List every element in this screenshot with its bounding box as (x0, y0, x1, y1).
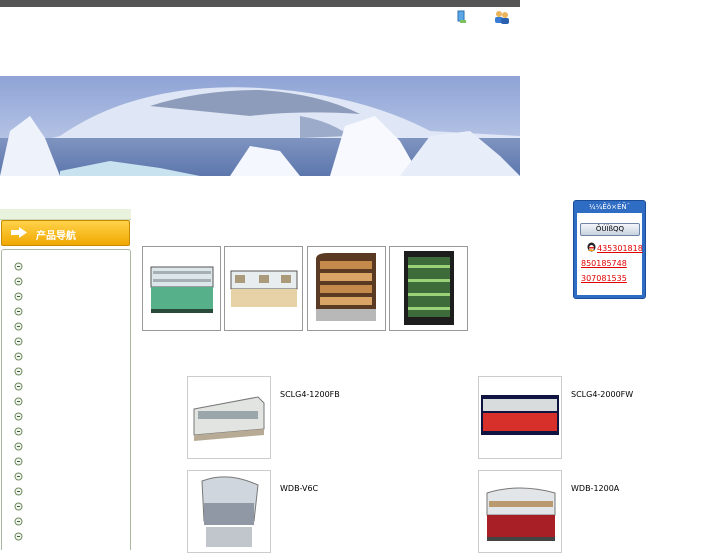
thumbnail-display-case-cream[interactable] (224, 246, 303, 331)
nav-bullet-icon[interactable] (14, 427, 23, 436)
nav-bullet-icon[interactable] (14, 307, 23, 316)
thumbnail-display-case-green[interactable] (142, 246, 221, 331)
qq-contact-link[interactable]: 435301818 (597, 244, 643, 253)
nav-bullet-icon[interactable] (14, 262, 23, 271)
product-name[interactable]: SCLG4-2000FW (571, 390, 633, 399)
nav-bullet-icon[interactable] (14, 322, 23, 331)
users-icon[interactable] (494, 10, 509, 24)
nav-bullet-icon[interactable] (14, 472, 23, 481)
product-name[interactable]: SCLG4-1200FB (280, 390, 340, 399)
thumbnail-display-case-curved-bakery[interactable] (307, 246, 386, 331)
nav-bullet-icon[interactable] (14, 487, 23, 496)
qq-panel-body: ÔÚÏßQQ 435301818 850185748 307081535 (577, 213, 643, 295)
product-image[interactable] (187, 470, 271, 553)
nav-bullet-icon[interactable] (14, 532, 23, 541)
product-name[interactable]: WDB-V6C (280, 484, 318, 493)
nav-bullet-icon[interactable] (14, 292, 23, 301)
nav-bullet-icon[interactable] (14, 382, 23, 391)
qq-penguin-icon (586, 241, 597, 252)
nav-bullet-icon[interactable] (14, 442, 23, 451)
nav-header: 产品导航 (1, 220, 130, 246)
arrow-right-icon (10, 226, 28, 239)
nav-top-strip (0, 209, 131, 220)
thumbnail-display-case-vertical-black[interactable] (389, 246, 468, 331)
top-bar (0, 0, 520, 7)
nav-bullet-icon[interactable] (14, 397, 23, 406)
nav-bullet-icon[interactable] (14, 502, 23, 511)
qq-panel-title: ¼¼Êõ×ÉÑ¯ (588, 203, 631, 211)
qq-contact-link[interactable]: 307081535 (581, 274, 627, 283)
product-image[interactable] (187, 376, 271, 459)
nav-bullet-icon[interactable] (14, 412, 23, 421)
nav-bullet-icon[interactable] (14, 367, 23, 376)
product-image[interactable] (478, 470, 562, 553)
bookmark-icon[interactable] (455, 10, 469, 24)
nav-bullet-icon[interactable] (14, 517, 23, 526)
qq-online-button[interactable]: ÔÚÏßQQ (580, 223, 640, 236)
product-name[interactable]: WDB-1200A (571, 484, 619, 493)
product-image[interactable] (478, 376, 562, 459)
nav-bullet-icon[interactable] (14, 352, 23, 361)
qq-support-panel: ¼¼Êõ×ÉÑ¯ ÔÚÏßQQ 435301818 850185748 3070… (573, 200, 646, 299)
nav-bullet-icon[interactable] (14, 277, 23, 286)
iceberg-banner (0, 76, 520, 176)
product-nav: 产品导航 (0, 209, 131, 550)
nav-bullet-icon[interactable] (14, 337, 23, 346)
nav-bullet-icon[interactable] (14, 457, 23, 466)
nav-list (1, 249, 131, 550)
qq-contact-link[interactable]: 850185748 (581, 259, 627, 268)
nav-title: 产品导航 (36, 231, 76, 242)
